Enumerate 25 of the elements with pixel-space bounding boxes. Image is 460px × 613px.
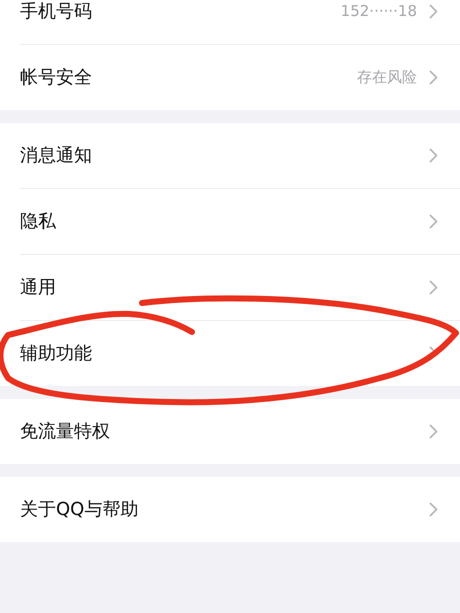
chevron-right-icon [429,4,438,19]
row-label: 免流量特权 [20,420,111,444]
settings-row[interactable]: 帐号安全 存在风险 [0,45,460,110]
settings-row[interactable]: 辅助功能 [0,321,460,386]
settings-row[interactable]: 关于QQ与帮助 [0,477,460,542]
row-value: 存在风险 [357,67,417,88]
chevron-right-icon [429,280,438,295]
settings-row[interactable]: 手机号码 152······18 [0,0,460,44]
chevron-right-icon [429,214,438,229]
row-label: 消息通知 [20,144,93,168]
row-label: 帐号安全 [20,66,93,90]
row-label: 通用 [20,276,57,300]
chevron-right-icon [429,424,438,439]
row-label: 隐私 [20,210,57,234]
chevron-right-icon [429,502,438,517]
settings-row[interactable]: 免流量特权 [0,399,460,464]
settings-row[interactable]: 隐私 [0,189,460,254]
chevron-right-icon [429,70,438,85]
row-value: 152······18 [340,1,417,22]
settings-row[interactable]: 通用 [0,255,460,320]
row-label: 辅助功能 [20,342,93,366]
settings-row[interactable]: 消息通知 [0,123,460,188]
chevron-right-icon [429,148,438,163]
row-label: 手机号码 [20,0,93,24]
row-label: 关于QQ与帮助 [20,498,140,522]
